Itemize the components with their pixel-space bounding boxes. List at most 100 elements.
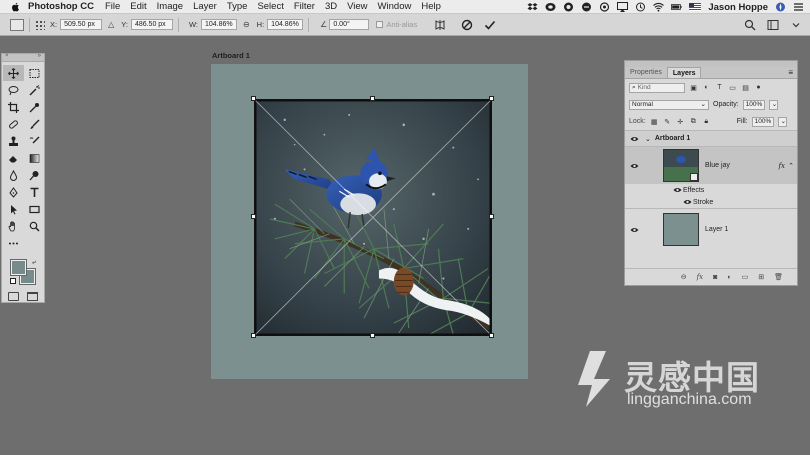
eyedropper-icon[interactable] bbox=[24, 99, 45, 115]
eye-icon[interactable] bbox=[625, 227, 643, 233]
chevron-down-icon[interactable]: ⌄ bbox=[645, 135, 651, 143]
eye-icon[interactable] bbox=[681, 199, 693, 205]
airplay-icon[interactable] bbox=[617, 2, 629, 12]
transform-handle-left[interactable] bbox=[251, 214, 256, 219]
magic-wand-icon[interactable] bbox=[24, 82, 45, 98]
new-group-icon[interactable]: ▭ bbox=[742, 273, 749, 281]
time-machine-icon[interactable] bbox=[635, 2, 646, 12]
transform-handle-top[interactable] bbox=[370, 96, 375, 101]
crop-tool-icon[interactable] bbox=[3, 99, 24, 115]
creative-cloud-icon[interactable] bbox=[545, 2, 556, 12]
transform-handle-right[interactable] bbox=[489, 214, 494, 219]
default-colors-icon[interactable] bbox=[10, 278, 16, 284]
layer-row-layer-1[interactable]: Layer 1 bbox=[625, 208, 797, 250]
layer-fx-badge[interactable]: fx bbox=[778, 162, 785, 170]
height-field[interactable]: 104.86% bbox=[267, 19, 304, 30]
menu-help[interactable]: Help bbox=[421, 1, 441, 12]
dodge-tool-icon[interactable] bbox=[24, 167, 45, 183]
collapse-icon[interactable]: » bbox=[38, 53, 41, 59]
new-adjustment-icon[interactable]: ◐ bbox=[727, 274, 731, 281]
cancel-transform-icon[interactable] bbox=[460, 18, 473, 31]
menu-edit[interactable]: Edit bbox=[130, 1, 146, 12]
transform-handle-top-left[interactable] bbox=[251, 96, 256, 101]
blend-mode-select[interactable]: Normal ⌄ bbox=[629, 99, 709, 110]
menu-image[interactable]: Image bbox=[157, 1, 183, 12]
blue-jay-photo[interactable] bbox=[254, 99, 492, 336]
width-field[interactable]: 104.86% bbox=[200, 19, 237, 30]
menu-select[interactable]: Select bbox=[257, 1, 283, 12]
filter-type-icon[interactable]: T bbox=[715, 83, 724, 92]
delete-layer-icon[interactable]: 🗑︎ bbox=[774, 273, 783, 281]
cloud-sync-icon[interactable] bbox=[563, 2, 574, 12]
compass-icon[interactable] bbox=[775, 2, 786, 12]
menu-layer[interactable]: Layer bbox=[193, 1, 217, 12]
tools-panel-header[interactable]: ×» bbox=[2, 53, 44, 62]
screen-mode-icon[interactable] bbox=[27, 292, 38, 301]
search-icon[interactable] bbox=[743, 18, 756, 31]
lasso-tool-icon[interactable] bbox=[3, 82, 24, 98]
eye-icon[interactable] bbox=[625, 136, 643, 142]
tool-preset-picker[interactable] bbox=[10, 18, 24, 31]
menu-window[interactable]: Window bbox=[378, 1, 412, 12]
filter-pixel-icon[interactable]: ▣ bbox=[689, 83, 698, 92]
gradient-tool-icon[interactable] bbox=[24, 150, 45, 166]
link-icon[interactable]: ⊖ bbox=[243, 20, 250, 29]
list-icon[interactable] bbox=[793, 2, 804, 12]
stroke-effect-row[interactable]: Stroke bbox=[625, 196, 797, 208]
menu-3d[interactable]: 3D bbox=[325, 1, 337, 12]
quick-mask-icon[interactable] bbox=[8, 292, 19, 301]
add-style-icon[interactable]: fx bbox=[697, 273, 704, 281]
eye-icon[interactable] bbox=[671, 187, 683, 193]
tab-layers[interactable]: Layers bbox=[666, 67, 702, 78]
lock-position-icon[interactable]: ✛ bbox=[676, 117, 685, 126]
antialias-checkbox[interactable] bbox=[376, 21, 384, 28]
app-name-menu[interactable]: Photoshop CC bbox=[28, 1, 94, 12]
tab-properties[interactable]: Properties bbox=[625, 67, 667, 78]
new-layer-icon[interactable]: ⊞ bbox=[758, 273, 764, 281]
layer-row-blue-jay[interactable]: Blue jay fx ⌃ bbox=[625, 146, 797, 184]
dropbox-icon[interactable] bbox=[527, 2, 538, 12]
fill-field[interactable]: 100% bbox=[751, 116, 774, 127]
circle-icon[interactable] bbox=[599, 2, 610, 12]
menu-file[interactable]: File bbox=[105, 1, 120, 12]
path-selection-icon[interactable] bbox=[3, 201, 24, 217]
opacity-dropdown[interactable]: ⌄ bbox=[768, 99, 778, 110]
more-tools-icon[interactable] bbox=[3, 235, 24, 251]
healing-brush-icon[interactable] bbox=[3, 116, 24, 132]
workspace-icon[interactable] bbox=[766, 18, 779, 31]
transform-handle-bottom[interactable] bbox=[370, 333, 375, 338]
opacity-field[interactable]: 100% bbox=[742, 99, 765, 110]
filter-shape-icon[interactable]: ▭ bbox=[728, 83, 737, 92]
lock-all-icon[interactable]: 🔒︎ bbox=[702, 117, 711, 126]
chevron-down-icon[interactable] bbox=[789, 18, 802, 31]
user-name[interactable]: Jason Hoppe bbox=[708, 2, 768, 13]
lock-artboard-icon[interactable]: ⧉ bbox=[689, 117, 698, 126]
menu-type[interactable]: Type bbox=[227, 1, 248, 12]
transform-handle-bottom-left[interactable] bbox=[251, 333, 256, 338]
fill-dropdown[interactable]: ⌄ bbox=[777, 116, 787, 127]
lock-pixels-icon[interactable]: ✎ bbox=[663, 117, 672, 126]
close-icon[interactable]: × bbox=[5, 53, 9, 59]
panel-menu-icon[interactable]: ≡ bbox=[788, 68, 793, 77]
eraser-icon[interactable] bbox=[3, 150, 24, 166]
type-tool-icon[interactable] bbox=[24, 184, 45, 200]
filter-adjustment-icon[interactable]: ◐ bbox=[702, 83, 711, 92]
swap-colors-icon[interactable]: ⤶ bbox=[32, 259, 36, 267]
angle-field[interactable]: 0.00° bbox=[329, 19, 370, 30]
chevron-up-icon[interactable]: ⌃ bbox=[788, 162, 794, 170]
wifi-icon[interactable] bbox=[653, 2, 665, 12]
x-position-field[interactable]: 509.50 px bbox=[60, 19, 103, 30]
filter-smart-object-icon[interactable]: ▤ bbox=[741, 83, 750, 92]
y-position-field[interactable]: 486.50 px bbox=[130, 19, 173, 30]
marquee-tool-icon[interactable] bbox=[24, 65, 45, 81]
menu-filter[interactable]: Filter bbox=[294, 1, 315, 12]
transform-handle-bottom-right[interactable] bbox=[489, 333, 494, 338]
foreground-color-swatch[interactable] bbox=[10, 259, 27, 276]
flag-icon[interactable] bbox=[689, 3, 702, 11]
sync-icon[interactable] bbox=[581, 2, 592, 12]
link-layers-icon[interactable]: ⊖ bbox=[681, 273, 687, 281]
rectangle-tool-icon[interactable] bbox=[24, 201, 45, 217]
triangle-icon[interactable]: △ bbox=[108, 20, 114, 29]
lock-transparent-icon[interactable]: ▦ bbox=[650, 117, 659, 126]
effects-row[interactable]: Effects bbox=[625, 184, 797, 196]
